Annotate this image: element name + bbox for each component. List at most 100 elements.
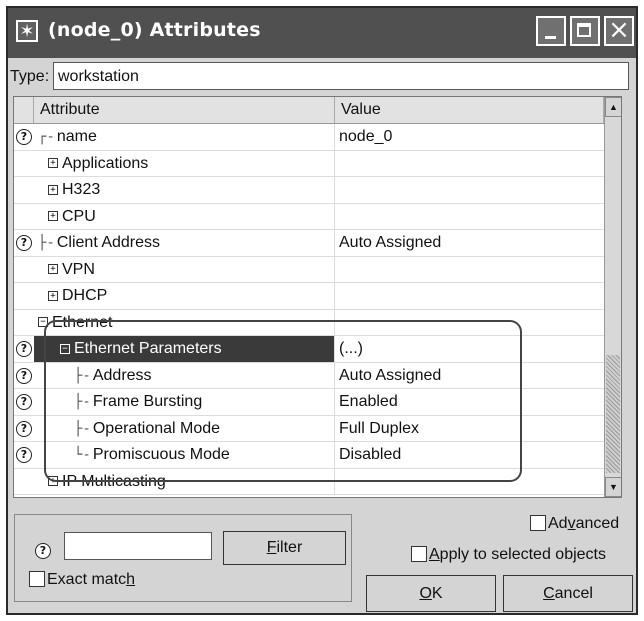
row-gutter: ?: [14, 389, 34, 415]
value-cell[interactable]: [335, 257, 604, 283]
table-row[interactable]: ? ├- Client Address Auto Assigned: [14, 230, 604, 257]
attribute-label: name: [56, 128, 97, 145]
value-cell[interactable]: Auto Assigned: [335, 363, 604, 389]
table-row[interactable]: + Applications: [14, 150, 604, 177]
expand-icon[interactable]: +: [48, 290, 58, 301]
value-cell[interactable]: [335, 310, 604, 336]
filter-input[interactable]: [64, 532, 212, 560]
help-icon[interactable]: ?: [16, 235, 32, 251]
table-row[interactable]: ? ├- Frame Bursting Enabled: [14, 389, 604, 416]
apply-to-selected-option[interactable]: Apply to selected objects: [411, 546, 606, 564]
value-cell[interactable]: (...): [335, 336, 604, 362]
apply-label-rest: pply to selected objects: [439, 546, 606, 563]
collapse-icon[interactable]: −: [38, 317, 48, 328]
attribute-cell[interactable]: + CPU: [34, 203, 335, 229]
table-row[interactable]: ? − Ethernet Parameters (...): [14, 336, 604, 363]
minimize-button[interactable]: [536, 16, 566, 46]
attribute-label: H323: [62, 181, 101, 198]
advanced-option[interactable]: Advanced: [530, 515, 619, 533]
scroll-thumb[interactable]: [606, 355, 620, 473]
exact-match-label-start: Exact matc: [47, 571, 127, 588]
expand-icon[interactable]: +: [48, 211, 58, 222]
maximize-button[interactable]: [570, 16, 600, 46]
attribute-label: DHCP: [62, 287, 108, 304]
row-gutter: ?: [14, 230, 34, 256]
value-cell[interactable]: [335, 469, 604, 495]
table-row[interactable]: ? ├- Address Auto Assigned: [14, 362, 604, 389]
cancel-label-rest: ancel: [554, 585, 593, 602]
help-icon[interactable]: ?: [16, 420, 32, 437]
value-cell[interactable]: Auto Assigned: [335, 230, 604, 256]
help-icon[interactable]: ?: [16, 367, 32, 384]
exact-match-option[interactable]: Exact match: [29, 571, 135, 589]
scroll-down-button[interactable]: ▼: [605, 477, 621, 497]
table-row[interactable]: ? └- Promiscuous Mode Disabled: [14, 442, 604, 469]
scroll-up-button[interactable]: ▲: [605, 97, 621, 117]
attribute-cell[interactable]: − Ethernet Parameters: [34, 336, 335, 362]
value-cell[interactable]: [335, 151, 604, 177]
cancel-button[interactable]: Cancel: [503, 575, 633, 612]
row-gutter: ?: [14, 336, 34, 362]
ok-label-rest: K: [431, 585, 443, 602]
expand-icon[interactable]: +: [48, 264, 58, 275]
attribute-column-header[interactable]: Attribute: [34, 97, 335, 123]
attribute-cell[interactable]: ├- Client Address: [34, 230, 335, 256]
tree-connector: ├-: [74, 394, 91, 410]
filter-button[interactable]: Filter: [223, 531, 346, 565]
attribute-cell[interactable]: + VPN: [34, 256, 335, 282]
value-cell[interactable]: [335, 204, 604, 230]
attribute-cell[interactable]: ├- Address: [34, 362, 335, 388]
table-row[interactable]: + VPN: [14, 256, 604, 283]
attribute-cell[interactable]: ├- Operational Mode: [34, 415, 335, 441]
vertical-scrollbar[interactable]: ▲ ▼: [604, 97, 621, 497]
filter-label-rest: ilter: [276, 539, 303, 556]
value-cell[interactable]: node_0: [335, 124, 604, 150]
type-field[interactable]: workstation: [53, 62, 629, 90]
help-icon[interactable]: ?: [16, 447, 32, 463]
table-row[interactable]: + DHCP: [14, 283, 604, 310]
attribute-cell[interactable]: + IP Multicasting: [34, 468, 335, 494]
table-row[interactable]: − Ethernet: [14, 309, 604, 336]
row-gutter: ?: [14, 416, 34, 442]
value-cell[interactable]: Enabled: [335, 389, 604, 415]
expand-icon[interactable]: +: [48, 184, 58, 195]
attribute-label: CPU: [62, 207, 96, 225]
attribute-label: Ethernet: [52, 313, 113, 331]
value-cell[interactable]: Disabled: [335, 442, 604, 468]
attribute-cell[interactable]: + Applications: [34, 150, 335, 176]
table-row[interactable]: ? ├- Operational Mode Full Duplex: [14, 415, 604, 442]
arrow-up-icon: ▲: [609, 102, 618, 112]
attribute-rows: ? ┌- name node_0 + Applications + H323 + CPU? ├- Cl…: [14, 124, 604, 495]
apply-to-selected-checkbox[interactable]: [411, 546, 427, 562]
attribute-cell[interactable]: + H323: [34, 177, 335, 203]
expand-icon[interactable]: +: [48, 476, 58, 487]
value-cell[interactable]: Full Duplex: [335, 416, 604, 442]
advanced-checkbox[interactable]: [530, 515, 546, 531]
table-row[interactable]: + IP Multicasting: [14, 468, 604, 495]
table-row[interactable]: ? ┌- name node_0: [14, 124, 604, 151]
help-icon[interactable]: ?: [16, 341, 32, 357]
collapse-icon[interactable]: −: [60, 343, 70, 354]
attribute-cell[interactable]: ┌- name: [34, 124, 335, 150]
attribute-cell[interactable]: − Ethernet: [34, 309, 335, 335]
title-bar[interactable]: ✶ (node_0) Attributes ×: [8, 8, 636, 58]
help-icon[interactable]: ?: [16, 129, 32, 145]
help-icon[interactable]: ?: [16, 394, 32, 410]
value-column-header[interactable]: Value: [335, 97, 604, 123]
expand-icon[interactable]: +: [48, 158, 58, 169]
table-row[interactable]: + CPU: [14, 203, 604, 230]
star-icon: ✶: [16, 20, 38, 42]
exact-match-checkbox[interactable]: [29, 571, 45, 587]
attribute-label: Frame Bursting: [92, 393, 203, 410]
help-icon[interactable]: ?: [35, 543, 51, 559]
attribute-cell[interactable]: └- Promiscuous Mode: [34, 442, 335, 468]
table-row[interactable]: + H323: [14, 177, 604, 204]
attribute-cell[interactable]: ├- Frame Bursting: [34, 389, 335, 415]
tree-connector: ├-: [74, 420, 91, 437]
tree-connector: ├-: [74, 367, 91, 384]
attribute-cell[interactable]: + DHCP: [34, 283, 335, 309]
close-button[interactable]: ×: [604, 16, 634, 46]
value-cell[interactable]: [335, 177, 604, 203]
ok-button[interactable]: OK: [366, 575, 496, 612]
value-cell[interactable]: [335, 283, 604, 309]
